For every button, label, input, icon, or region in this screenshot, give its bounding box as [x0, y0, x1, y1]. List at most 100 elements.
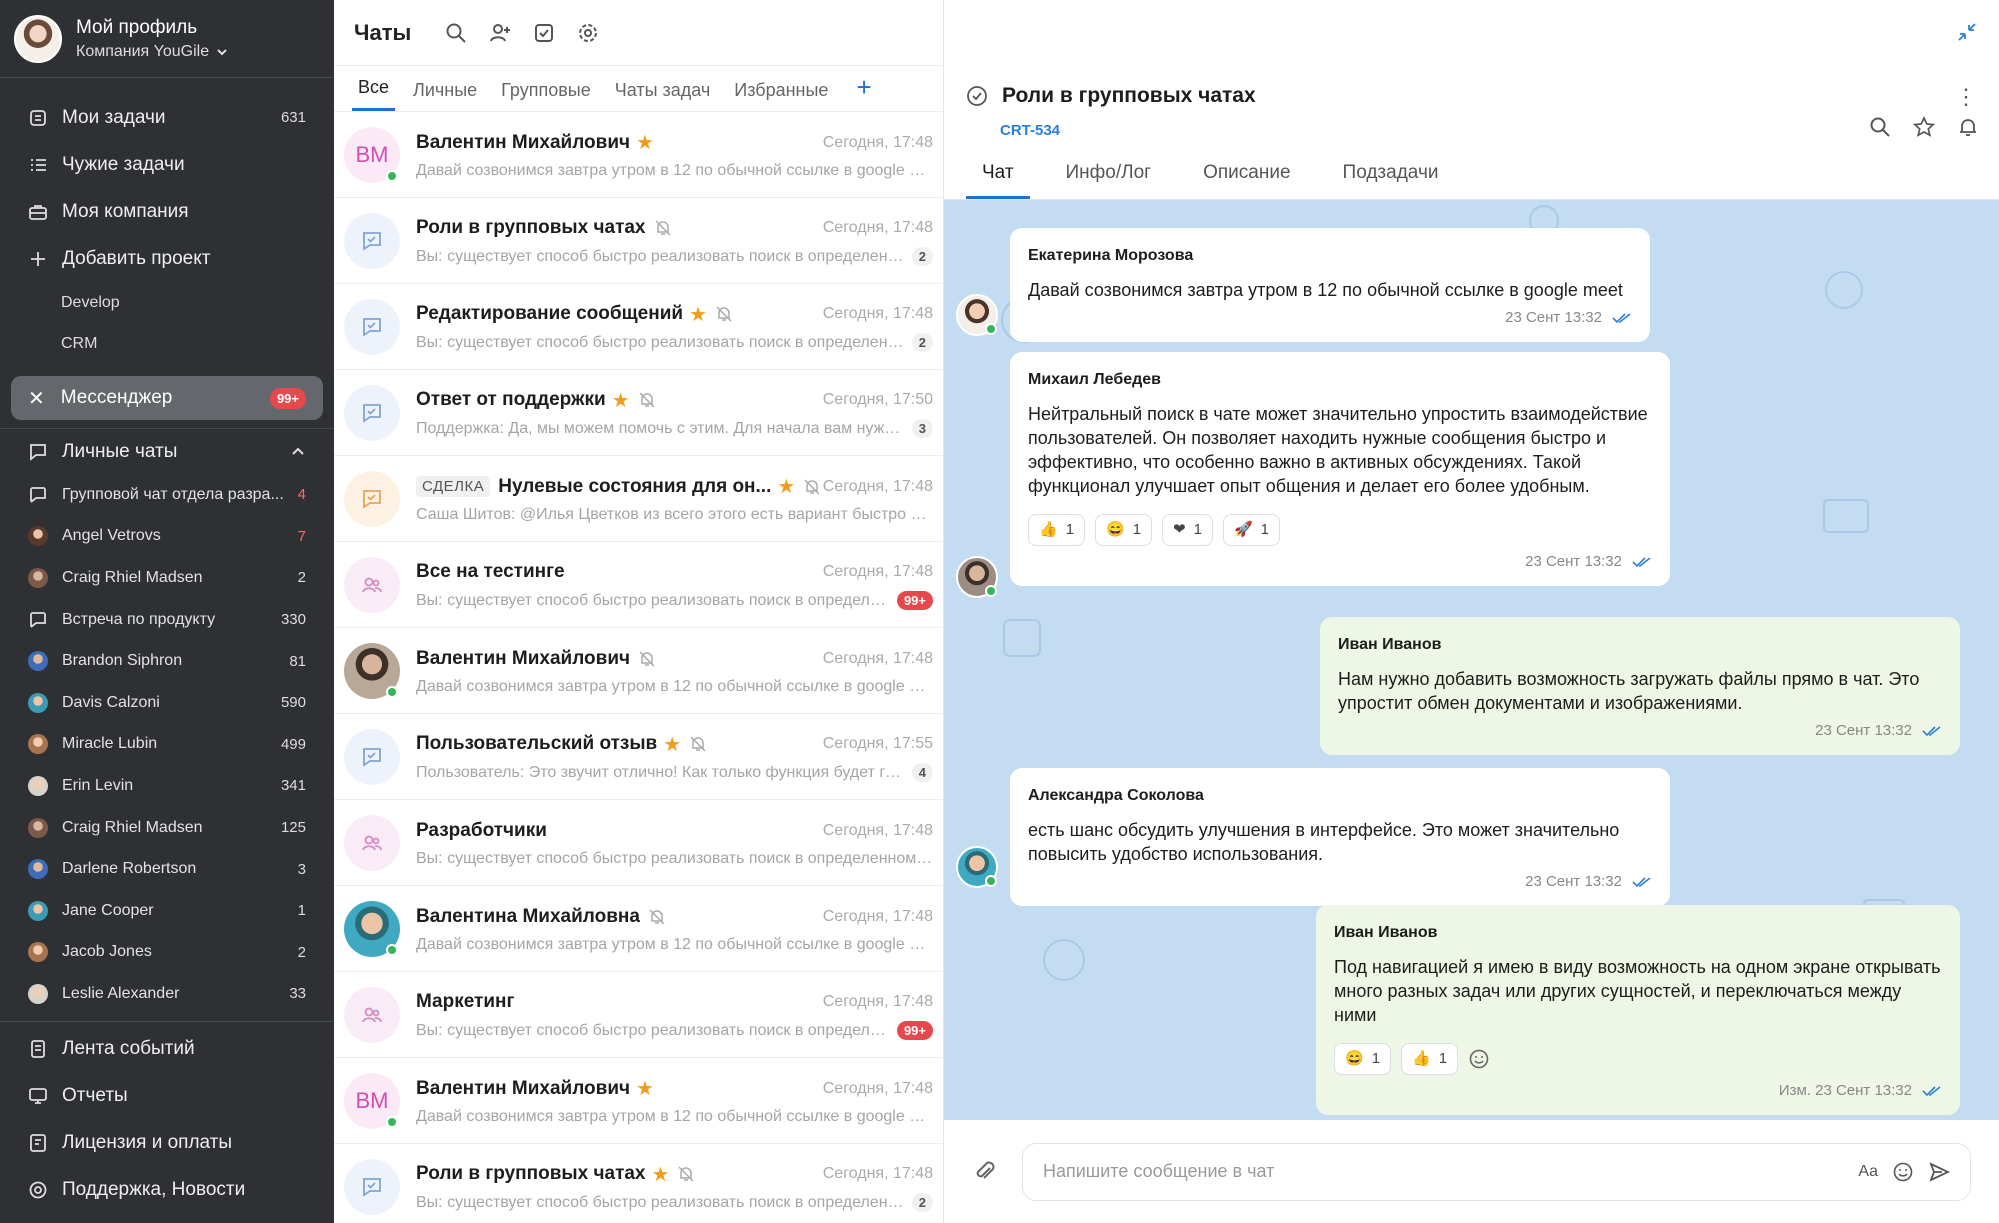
personal-chat-item[interactable]: Craig Rhiel Madsen 125: [0, 807, 334, 849]
message-bubble-own[interactable]: Иван Иванов Нам нужно добавить возможнос…: [1320, 617, 1960, 755]
personal-chat-item[interactable]: Leslie Alexander 33: [0, 973, 334, 1015]
search-icon[interactable]: [1869, 116, 1891, 138]
avatar: [28, 734, 48, 755]
tab-info-log[interactable]: Инфо/Лог: [1050, 162, 1168, 199]
chat-row[interactable]: Пользовательский отзыв ★ Сегодня, 17:55 По…: [334, 714, 943, 800]
avatar: [344, 298, 400, 355]
tab-chat[interactable]: Чат: [966, 162, 1030, 199]
nav-add-project[interactable]: Добавить проект: [0, 235, 334, 282]
avatar[interactable]: [956, 556, 998, 598]
emoji-icon[interactable]: [1892, 1161, 1914, 1183]
more-menu-icon[interactable]: ⋮: [1955, 84, 1977, 110]
message-bubble[interactable]: Екатерина Морозова Давай созвонимся завт…: [1010, 228, 1650, 342]
project-develop[interactable]: Develop: [0, 282, 334, 323]
avatar[interactable]: [956, 294, 998, 336]
reaction-rocket[interactable]: 🚀 1: [1222, 514, 1281, 546]
chat-row[interactable]: Роли в групповых чатах ★ Сегодня, 17:48 Вы…: [334, 1144, 943, 1223]
personal-chat-item[interactable]: Davis Calzoni 590: [0, 682, 334, 724]
collapse-icon[interactable]: [1957, 22, 1977, 42]
send-icon[interactable]: [1928, 1161, 1950, 1183]
message-bubble-own[interactable]: Иван Иванов Под навигацией я имею в виду…: [1316, 905, 1960, 1115]
add-tab-button[interactable]: +: [846, 72, 881, 111]
profile-avatar[interactable]: [14, 14, 62, 63]
message-bubble[interactable]: Александра Соколова есть шанс обсудить у…: [1010, 768, 1670, 906]
chat-name: Групповой чат отдела разра...: [62, 485, 284, 503]
profile-name[interactable]: Мой профиль: [76, 17, 229, 39]
search-icon[interactable]: [445, 22, 467, 44]
text-format-button[interactable]: Aa: [1858, 1163, 1878, 1181]
nav-events[interactable]: Лента событий: [0, 1026, 334, 1073]
personal-chat-item[interactable]: Групповой чат отдела разра... 4: [0, 474, 334, 516]
personal-chat-item[interactable]: Angel Vetrovs 7: [0, 516, 334, 558]
chat-row[interactable]: Валентин Михайлович Сегодня, 17:48 Давай …: [334, 628, 943, 714]
reaction-smile[interactable]: 😄 1: [1334, 1043, 1392, 1075]
personal-chat-item[interactable]: Craig Rhiel Madsen 2: [0, 557, 334, 599]
reaction-thumbs-up[interactable]: 👍 1: [1028, 514, 1086, 546]
profile-header[interactable]: Мой профиль Компания YouGile: [0, 0, 334, 78]
add-user-icon[interactable]: [489, 22, 511, 44]
personal-chat-item[interactable]: Jacob Jones 2: [0, 932, 334, 974]
star-icon[interactable]: ★: [777, 474, 795, 499]
double-check-icon: [1632, 877, 1651, 888]
tab-personal[interactable]: Личные: [407, 80, 483, 111]
bell-icon[interactable]: [1957, 116, 1979, 138]
message-bubble[interactable]: Михаил Лебедев Нейтральный поиск в чате …: [1010, 352, 1670, 586]
star-icon[interactable]: ★: [663, 732, 681, 757]
nav-my-tasks[interactable]: Мои задачи 631: [0, 94, 334, 141]
nav-support[interactable]: Поддержка, Новости: [0, 1167, 334, 1214]
star-icon[interactable]: ★: [636, 1076, 654, 1101]
tab-group[interactable]: Групповые: [495, 80, 597, 111]
personal-chats-header[interactable]: Личные чаты: [0, 428, 334, 474]
star-icon[interactable]: ★: [612, 388, 630, 413]
chat-name: Erin Levin: [62, 776, 134, 794]
nav-my-company[interactable]: Моя компания: [0, 188, 334, 235]
paperclip-icon[interactable]: [972, 1159, 998, 1185]
task-code-link[interactable]: CRT-534: [1000, 122, 1060, 139]
star-outline-icon[interactable]: [1913, 116, 1935, 138]
tab-subtasks[interactable]: Подзадачи: [1327, 162, 1455, 199]
avatar[interactable]: [956, 846, 998, 888]
reaction-heart[interactable]: ❤ 1: [1162, 514, 1213, 546]
task-check-icon[interactable]: [533, 22, 555, 44]
personal-chat-item[interactable]: Встреча по продукту 330: [0, 599, 334, 641]
conversation-title: Роли в групповых чатах: [966, 84, 1256, 108]
reaction-thumbs-up[interactable]: 👍 1: [1401, 1043, 1459, 1075]
personal-chat-item[interactable]: Darlene Robertson 3: [0, 848, 334, 890]
nav-messenger[interactable]: ✕ Мессенджер 99+: [11, 376, 323, 420]
unread-badge: 2: [911, 1193, 933, 1212]
chevron-up-icon[interactable]: [290, 444, 306, 460]
star-icon[interactable]: ★: [652, 1162, 670, 1187]
add-reaction-icon[interactable]: [1468, 1048, 1490, 1070]
personal-chat-item[interactable]: Miracle Lubin 499: [0, 724, 334, 766]
close-icon[interactable]: ✕: [28, 386, 45, 411]
reaction-smile[interactable]: 😄 1: [1095, 514, 1153, 546]
chat-row[interactable]: СДЕЛКА Нулевые состояния для он... ★ Сегодн…: [334, 456, 943, 542]
task-status-icon[interactable]: [966, 85, 988, 107]
tab-favorites[interactable]: Избранные: [728, 80, 834, 111]
chat-row[interactable]: Маркетинг Сегодня, 17:48 Вы: существует с…: [334, 972, 943, 1058]
chat-row[interactable]: Роли в групповых чатах Сегодня, 17:48 Вы:…: [334, 198, 943, 284]
personal-chat-item[interactable]: Jane Cooper 1: [0, 890, 334, 932]
message-input[interactable]: Напишите сообщение в чат Aa: [1022, 1142, 1971, 1201]
project-crm[interactable]: CRM: [0, 323, 334, 364]
chat-row[interactable]: ВМ Валентин Михайлович ★ Сегодня, 17:48 Да…: [334, 112, 943, 198]
chat-row[interactable]: Ответ от поддержки ★ Сегодня, 17:50 Поддер…: [334, 370, 943, 456]
star-icon[interactable]: ★: [689, 302, 707, 327]
company-switcher[interactable]: Компания YouGile: [76, 43, 229, 61]
nav-license[interactable]: Лицензия и оплаты: [0, 1120, 334, 1167]
chat-row[interactable]: Валентина Михайловна Сегодня, 17:48 Давай…: [334, 886, 943, 972]
chevron-down-icon: [217, 48, 227, 55]
personal-chat-item[interactable]: Erin Levin 341: [0, 765, 334, 807]
nav-reports[interactable]: Отчеты: [0, 1073, 334, 1120]
tab-description[interactable]: Описание: [1187, 162, 1306, 199]
chat-row[interactable]: Редактирование сообщений ★ Сегодня, 17:48 …: [334, 284, 943, 370]
gear-icon[interactable]: [577, 22, 599, 44]
chat-row[interactable]: Все на тестинге Сегодня, 17:48 Вы: сущест…: [334, 542, 943, 628]
tab-task-chats[interactable]: Чаты задач: [609, 80, 717, 111]
tab-all[interactable]: Все: [352, 77, 396, 111]
star-icon[interactable]: ★: [636, 130, 654, 155]
chat-row[interactable]: ВМ Валентин Михайлович ★ Сегодня, 17:48 Да…: [334, 1058, 943, 1144]
nav-others-tasks[interactable]: Чужие задачи: [0, 141, 334, 188]
personal-chat-item[interactable]: Brandon Siphron 81: [0, 640, 334, 682]
chat-row[interactable]: Разработчики Сегодня, 17:48 Вы: существуе…: [334, 800, 943, 886]
